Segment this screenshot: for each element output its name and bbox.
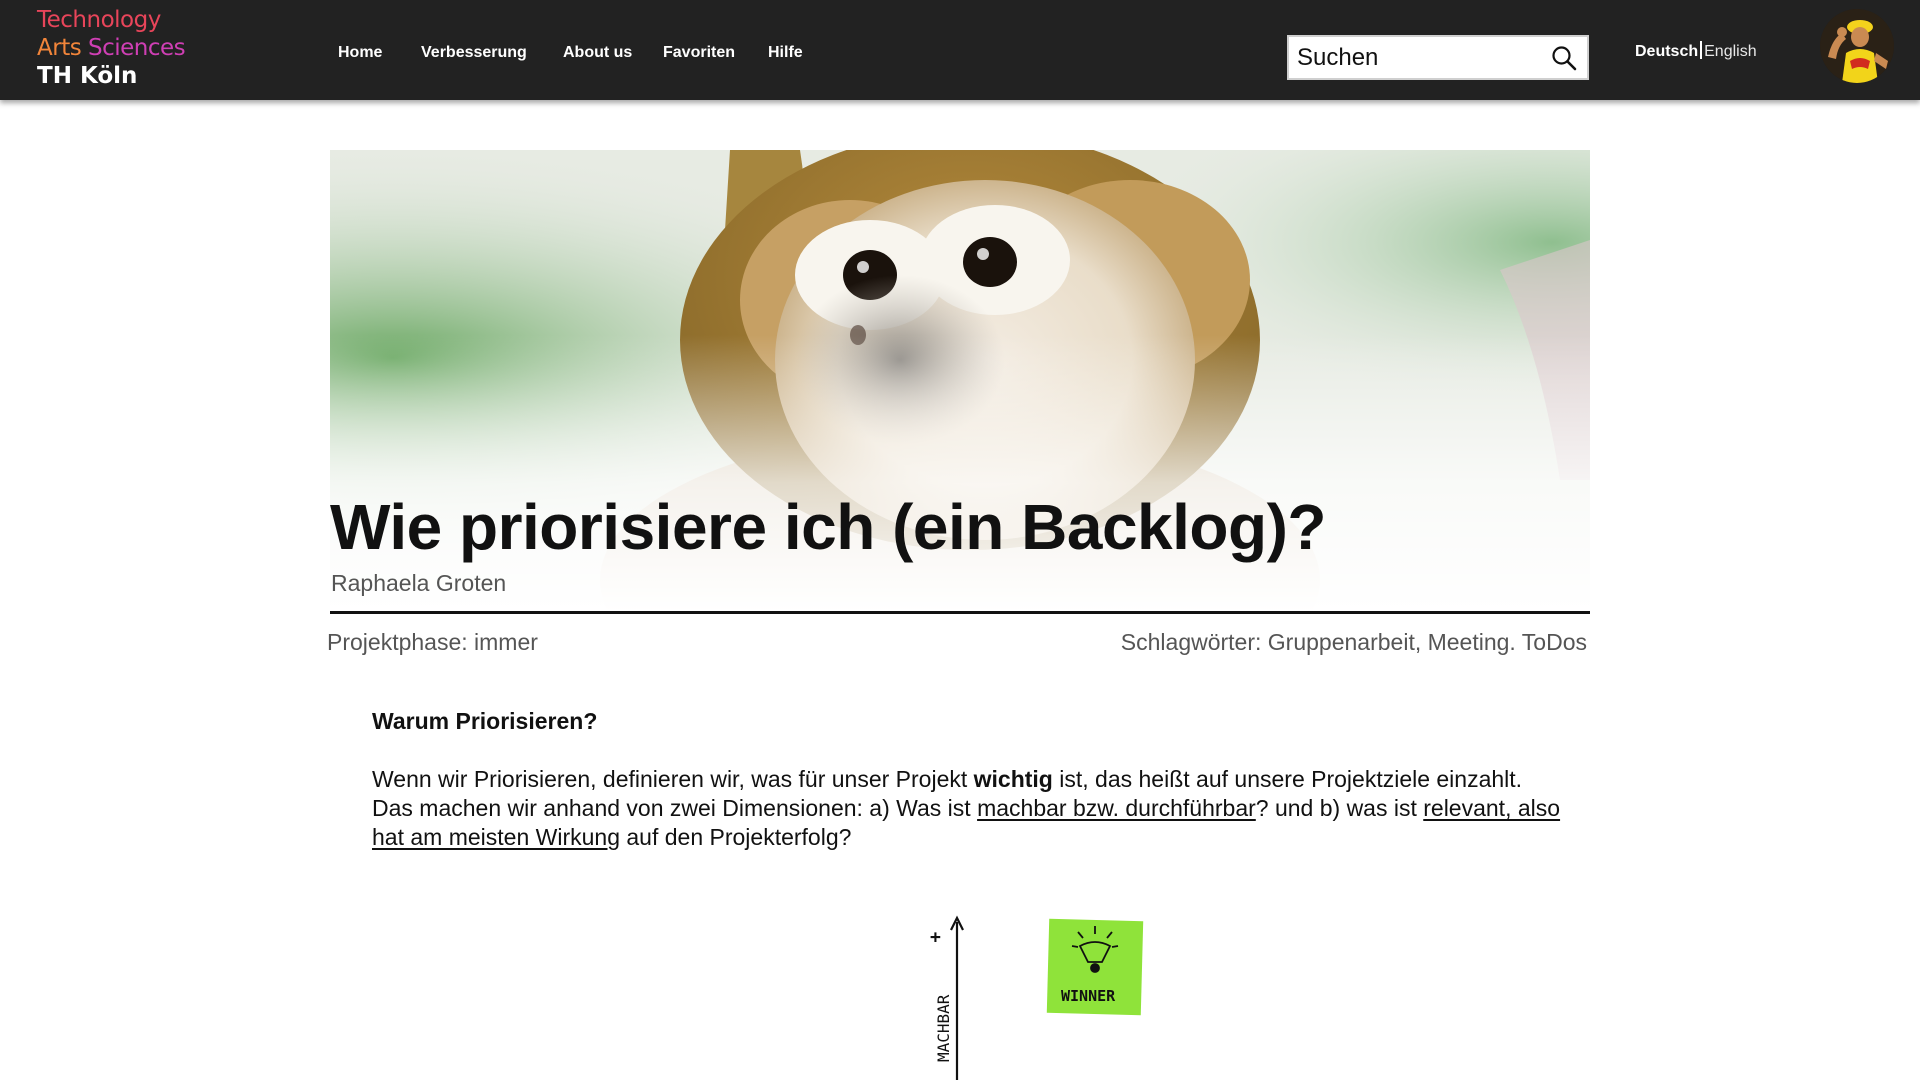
nav-link-hilfe[interactable]: Hilfe <box>768 44 803 62</box>
logo-line-technology: Technology <box>37 7 161 33</box>
nav-link-home[interactable]: Home <box>338 44 382 62</box>
logo-line-th-koeln: TH Köln <box>37 63 138 89</box>
nav-link-about-us[interactable]: About us <box>563 44 632 62</box>
nav-link-favoriten[interactable]: Favoriten <box>663 44 735 62</box>
intro-paragraph: Wenn wir Priorisieren, definieren wir, w… <box>372 765 1562 852</box>
winner-sticky-note: WINNER <box>1046 918 1144 1016</box>
page-title: Wie priorisiere ich (ein Backlog)? <box>330 491 1327 563</box>
logo-word-sciences: Sciences <box>88 35 186 61</box>
logo-word-arts: Arts <box>37 35 82 61</box>
keywords: Schlagwörter: Gruppenarbeit, Meeting. To… <box>1120 629 1587 655</box>
sticky-note-label: WINNER <box>1061 987 1116 1005</box>
paragraph-text-3: ? und b) was ist <box>1255 795 1424 821</box>
y-axis-label: MACHBAR <box>934 994 953 1062</box>
search-input[interactable] <box>1289 37 1547 78</box>
section-heading: Warum Priorisieren? <box>372 708 598 734</box>
paragraph-text-4: auf den Projekterfolg? <box>619 824 852 850</box>
user-avatar[interactable] <box>1820 9 1894 83</box>
link-machbar[interactable]: machbar bzw. durchführbar <box>977 795 1256 821</box>
top-navigation-bar: Technology Arts Sciences TH Köln Home Ve… <box>0 0 1920 100</box>
search-box <box>1287 35 1589 80</box>
project-phase: Projektphase: immer <box>327 629 538 655</box>
paragraph-text-1: Wenn wir Priorisieren, definieren wir, w… <box>372 766 974 792</box>
language-deutsch[interactable]: Deutsch <box>1635 43 1698 60</box>
language-switcher: Deutsch English <box>1635 41 1757 61</box>
nav-link-verbesserung[interactable]: Verbesserung <box>421 44 527 62</box>
y-axis-plus: + <box>930 927 941 948</box>
language-separator <box>1700 41 1703 59</box>
language-english[interactable]: English <box>1704 43 1756 60</box>
search-icon[interactable] <box>1551 45 1577 71</box>
th-koeln-logo[interactable]: Technology Arts Sciences TH Köln <box>37 6 186 90</box>
paragraph-bold-wichtig: wichtig <box>973 766 1053 792</box>
avatar-figure-icon <box>1820 9 1894 83</box>
logo-line-arts-sciences: Arts Sciences <box>37 34 186 62</box>
prioritization-diagram: + MACHBAR WINNER <box>920 910 1160 1080</box>
article-author: Raphaela Groten <box>331 570 507 596</box>
title-divider <box>330 611 1590 614</box>
